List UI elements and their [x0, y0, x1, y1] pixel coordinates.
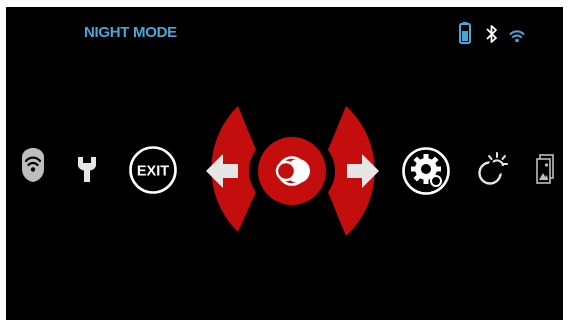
day-night-icon[interactable] — [477, 151, 509, 187]
wrench-icon[interactable] — [76, 155, 98, 183]
shield-wifi-icon[interactable] — [20, 147, 46, 183]
gallery-icon[interactable] — [536, 154, 554, 184]
device-screen: NIGHT MODE EXIT — [6, 7, 563, 320]
settings-gear-icon[interactable] — [401, 146, 451, 196]
menu-bar: EXIT — [6, 7, 563, 320]
exit-icon[interactable]: EXIT — [128, 145, 178, 195]
exit-label: EXIT — [137, 164, 169, 180]
mode-toggle-icon — [275, 156, 310, 186]
